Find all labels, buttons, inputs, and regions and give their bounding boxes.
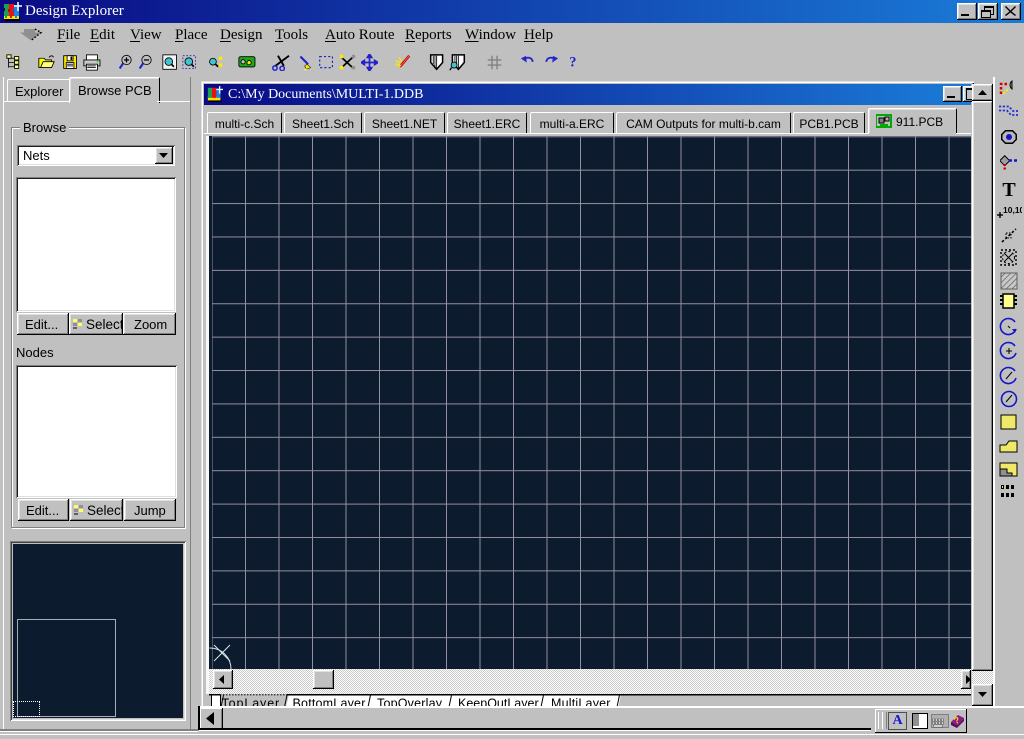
svg-text:TopOverlay: TopOverlay [377,696,443,706]
svg-text:T: T [1002,180,1016,198]
svg-text:KeepOutLayer: KeepOutLayer [458,696,539,706]
svg-text:?: ? [569,55,576,70]
svg-text:BottomLayer: BottomLayer [293,696,366,706]
svg-text:TopLayer: TopLayer [222,696,281,706]
svg-text:10,10: 10,10 [1003,205,1022,215]
svg-text:MultiLayer: MultiLayer [551,696,611,706]
